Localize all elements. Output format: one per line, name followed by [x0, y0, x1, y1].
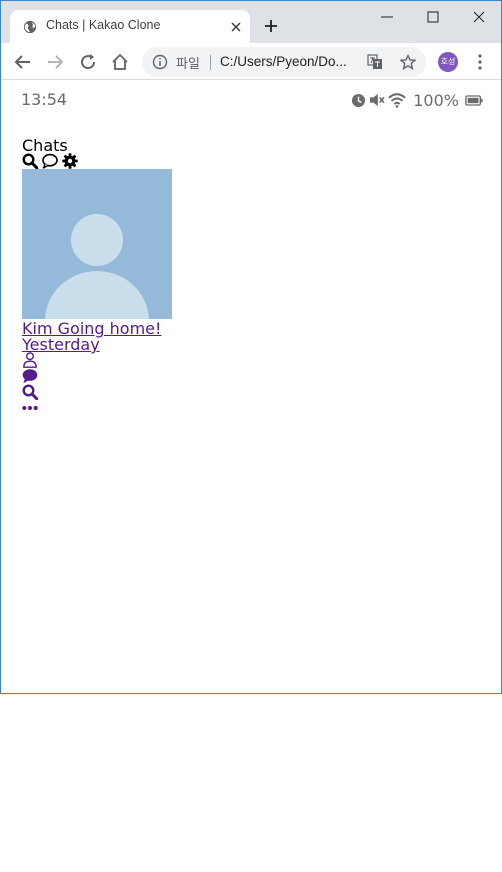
battery-percentage: 100% [413, 90, 459, 110]
chat-bubble-icon[interactable] [42, 153, 58, 169]
chat-timestamp[interactable]: Yesterday [22, 337, 172, 353]
more-menu-icon[interactable] [472, 53, 488, 71]
reload-icon[interactable] [79, 53, 97, 71]
alarm-clock-icon [352, 93, 366, 107]
search-icon [22, 384, 39, 401]
tab-friends[interactable] [22, 352, 38, 368]
wifi-icon [388, 92, 407, 108]
tab-more[interactable] [22, 400, 38, 416]
bottom-tab-bar [22, 352, 42, 416]
tab-search[interactable] [22, 384, 39, 401]
home-icon[interactable] [111, 53, 129, 71]
tab-chats[interactable] [22, 368, 38, 384]
info-icon[interactable] [152, 54, 168, 70]
back-arrow-icon[interactable] [14, 53, 32, 71]
more-dots-icon [22, 406, 38, 410]
profile-avatar[interactable]: 호성 [438, 52, 458, 72]
gear-icon[interactable] [62, 153, 78, 169]
search-icon[interactable] [22, 153, 39, 170]
status-bar: 13:54 100% [21, 90, 483, 110]
user-icon [23, 352, 37, 368]
maximize-icon[interactable] [423, 7, 443, 27]
browser-tab[interactable]: Chats | Kakao Clone [10, 10, 250, 43]
forward-arrow-icon[interactable] [46, 53, 64, 71]
url-text[interactable]: C:/Users/Pyeon/Do... [220, 54, 347, 69]
default-user-avatar-icon [22, 169, 172, 319]
translate-icon[interactable] [367, 54, 383, 70]
tab-strip: Chats | Kakao Clone [1, 1, 501, 43]
browser-toolbar: 파일 C:/Users/Pyeon/Do... 호성 [1, 43, 501, 80]
new-tab-icon[interactable] [263, 18, 279, 34]
mute-icon [370, 93, 385, 107]
url-separator [210, 55, 211, 70]
browser-window: Chats | Kakao Clone 파일 C:/Users/Pyeon/Do… [0, 0, 502, 694]
header-actions [22, 153, 78, 170]
globe-icon [23, 20, 37, 34]
close-tab-icon[interactable] [228, 19, 244, 35]
chat-bubble-icon [22, 369, 38, 384]
status-icons: 100% [351, 90, 483, 110]
tab-title: Chats | Kakao Clone [46, 18, 161, 32]
minimize-icon[interactable] [377, 7, 397, 27]
status-time: 13:54 [21, 90, 68, 109]
page-content: 13:54 100% Chats Kim Going home! Yesterd… [1, 81, 501, 693]
address-bar[interactable]: 파일 C:/Users/Pyeon/Do... [142, 47, 426, 77]
url-scheme-label: 파일 [176, 57, 200, 72]
bookmark-star-icon[interactable] [400, 54, 416, 70]
close-window-icon[interactable] [469, 7, 489, 27]
avatar[interactable] [22, 169, 172, 319]
battery-icon [465, 94, 483, 106]
chat-list-item[interactable]: Kim Going home! Yesterday [22, 169, 172, 353]
